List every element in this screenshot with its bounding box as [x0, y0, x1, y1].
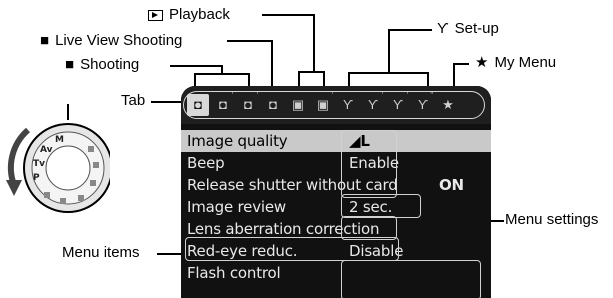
- playback-leader: [262, 14, 314, 16]
- dial-scene-mark: [78, 195, 84, 201]
- tab-index-mark: ': [256, 92, 258, 99]
- tab-bar: ◘ ◘ ' ◘ ' ◘ ▣ ▣ ' ϒ ϒ ' ϒ ' ϒ '' ★: [181, 86, 491, 124]
- tab-glyph-icon: ϒ: [417, 97, 429, 112]
- tab-row: ◘ ◘ ' ◘ ' ◘ ▣ ▣ ' ϒ ϒ ' ϒ ' ϒ '' ★: [187, 92, 459, 116]
- shooting-leader: [170, 65, 222, 67]
- tab-setup-1[interactable]: ϒ: [337, 94, 359, 116]
- live-view-callout: ■ Live View Shooting: [40, 32, 182, 50]
- live-view-leader: [271, 40, 273, 90]
- tab-glyph-icon: ◘: [219, 97, 227, 112]
- camera-icon: ■: [65, 56, 75, 73]
- tab-setup-2[interactable]: ϒ ': [362, 92, 384, 116]
- tab-index-mark: ': [381, 92, 383, 99]
- tab-setup-3[interactable]: ϒ ': [387, 92, 409, 116]
- my-menu-label: My Menu: [494, 54, 557, 71]
- tab-callout: Tab: [121, 92, 146, 109]
- tab-my-menu[interactable]: ★: [437, 94, 459, 116]
- menu-item[interactable]: Beep Enable: [181, 152, 491, 174]
- tab-playback-1[interactable]: ▣: [287, 94, 309, 116]
- tab-glyph-icon: ◘: [269, 97, 277, 112]
- setup-leader: [388, 29, 390, 73]
- tab-leader: [151, 101, 184, 103]
- menu-item-label: Image review: [187, 198, 286, 216]
- live-view-leader: [227, 40, 272, 42]
- setup-leader: [388, 29, 432, 31]
- value-outline: [341, 260, 481, 298]
- playback-label: Playback: [169, 6, 230, 23]
- dial-mode-tv: Tv: [33, 159, 45, 169]
- menu-items-callout: Menu items: [62, 244, 140, 261]
- dial-arrow-head: [6, 180, 22, 196]
- tab-index-mark: ': [406, 92, 408, 99]
- my-menu-leader: [453, 63, 469, 65]
- dial-scene-mark: [44, 192, 50, 198]
- menu-item-label: Image quality: [187, 132, 288, 150]
- mode-dial: M Av Tv P: [6, 104, 110, 213]
- value-outline: [185, 237, 399, 261]
- tab-shooting-1[interactable]: ◘: [187, 94, 209, 116]
- dial-mode-p: P: [33, 173, 40, 183]
- dial-scene-mark: [90, 180, 96, 186]
- tab-glyph-icon: ▣: [291, 97, 305, 112]
- shooting-callout: ■ Shooting: [65, 56, 139, 74]
- menu-item-label: Flash control: [187, 264, 281, 282]
- setup-label: Set-up: [454, 20, 499, 37]
- tab-playback-2[interactable]: ▣ ': [312, 92, 334, 116]
- menu-item-label: Beep: [187, 154, 225, 172]
- shooting-label: Shooting: [80, 56, 140, 73]
- dial-center: [45, 145, 91, 191]
- dial-mode-av: Av: [40, 145, 53, 155]
- setup-callout: ϒ Set-up: [437, 20, 499, 38]
- playback-bracket: [298, 71, 324, 73]
- tab-glyph-icon: ϒ: [392, 97, 404, 112]
- tab-shooting-3[interactable]: ◘ ': [237, 92, 259, 116]
- tab-glyph-icon: ★: [442, 97, 454, 112]
- tab-glyph-icon: ϒ: [367, 97, 379, 112]
- camera-icon: ■: [40, 32, 50, 49]
- playback-callout: Playback: [148, 6, 230, 24]
- tab-glyph-icon: ϒ: [342, 97, 354, 112]
- dial-scene-mark: [93, 162, 99, 168]
- tab-index-mark: ': [231, 92, 233, 99]
- dial-mode-m: M: [55, 135, 64, 145]
- dial-scene-mark: [60, 198, 66, 204]
- playback-icon: [148, 10, 163, 21]
- dial-scene-mark: [88, 146, 94, 152]
- star-icon: ★: [475, 54, 489, 71]
- menu-item-value: ON: [439, 176, 464, 194]
- my-menu-callout: ★ My Menu: [475, 54, 556, 72]
- shooting-bracket: [194, 73, 249, 75]
- tab-index-mark: ': [331, 92, 333, 99]
- camera-lcd-screen: ◘ ◘ ' ◘ ' ◘ ▣ ▣ ' ϒ ϒ ' ϒ ' ϒ '' ★ Image quality ◢L Beep En…: [181, 86, 491, 298]
- tab-shooting-2[interactable]: ◘ ': [212, 92, 234, 116]
- tab-glyph-icon: ◘: [194, 97, 202, 112]
- setup-bracket: [348, 72, 428, 74]
- menu-items-leader: [157, 253, 183, 255]
- tab-live-view[interactable]: ◘: [262, 94, 284, 116]
- menu-settings-callout: Menu settings: [505, 211, 599, 228]
- value-outline: [341, 194, 421, 218]
- wrench-icon: ϒ: [437, 20, 449, 37]
- playback-leader: [313, 14, 315, 72]
- value-outline: [341, 130, 397, 198]
- menu-item[interactable]: Image quality ◢L: [181, 130, 491, 152]
- menu-item[interactable]: Release shutter without card ON: [181, 174, 491, 196]
- tab-glyph-icon: ◘: [244, 97, 252, 112]
- menu-item[interactable]: Image review 2 sec.: [181, 196, 491, 218]
- tab-index-mark: '': [430, 92, 433, 99]
- tab-glyph-icon: ▣: [316, 97, 330, 112]
- tab-setup-4[interactable]: ϒ '': [412, 92, 434, 116]
- live-view-label: Live View Shooting: [55, 32, 183, 49]
